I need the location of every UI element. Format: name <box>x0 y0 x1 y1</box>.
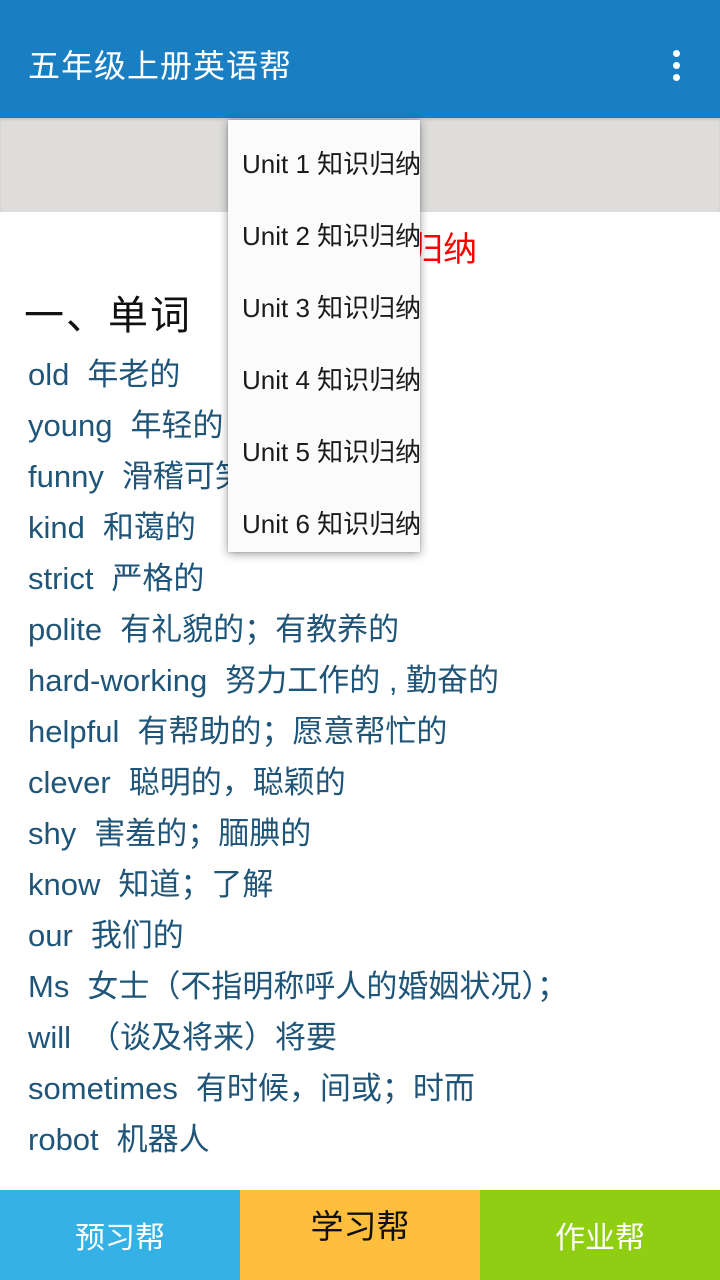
word-list-item: clever 聪明的，聪颖的 <box>0 757 720 808</box>
dropdown-item-unit-4[interactable]: Unit 4 知识归纳 <box>228 344 421 416</box>
word-english: polite <box>28 611 103 647</box>
word-list-item: our 我们的 <box>0 910 720 961</box>
more-vert-dot <box>672 61 680 69</box>
word-chinese: 年轻的 <box>130 407 224 443</box>
dropdown-item-unit-3[interactable]: Unit 3 知识归纳 <box>228 272 421 344</box>
word-chinese: 聪明的，聪颖的 <box>128 764 346 800</box>
word-chinese: 害羞的；腼腆的 <box>94 815 312 851</box>
word-list-item: shy 害羞的；腼腆的 <box>0 808 720 859</box>
more-vert-dot <box>672 73 680 81</box>
word-english: old <box>28 356 70 392</box>
bottom-tab-2[interactable]: 学习帮 <box>240 1190 480 1280</box>
app-bar: 五年级上册英语帮 <box>0 0 720 118</box>
word-list-item: sometimes 有时候，间或；时而 <box>0 1063 720 1114</box>
word-english: funny <box>28 458 104 494</box>
word-chinese: （谈及将来）将要 <box>89 1019 338 1055</box>
word-list-item: hard-working 努力工作的 , 勤奋的 <box>0 655 720 706</box>
unit-dropdown-menu[interactable]: Unit 1 知识归纳 Unit 2 知识归纳 Unit 3 知识归纳 Unit 4 … <box>228 120 421 552</box>
word-list-item: Ms 女士（不指明称呼人的婚姻状况）； <box>0 961 720 1012</box>
bottom-tab-bar: 预习帮 学习帮 作业帮 <box>0 1190 720 1280</box>
word-english: will <box>28 1019 72 1055</box>
word-chinese: 努力工作的 , 勤奋的 <box>225 662 500 698</box>
word-list-item: will （谈及将来）将要 <box>0 1012 720 1063</box>
word-english: our <box>28 917 73 953</box>
word-chinese: 知道；了解 <box>118 866 274 902</box>
word-english: clever <box>28 764 111 800</box>
word-list-item: strict 严格的 <box>0 553 720 604</box>
word-list-item: robot 机器人 <box>0 1114 720 1165</box>
word-english: robot <box>28 1121 99 1157</box>
dropdown-item-unit-1[interactable]: Unit 1 知识归纳 <box>228 128 421 200</box>
word-chinese: 机器人 <box>116 1121 210 1157</box>
word-english: kind <box>28 509 85 545</box>
word-english: sometimes <box>28 1070 178 1106</box>
word-chinese: 有时候，间或；时而 <box>195 1070 475 1106</box>
word-english: know <box>28 866 101 902</box>
word-chinese: 年老的 <box>87 356 181 392</box>
word-chinese: 有帮助的；愿意帮忙的 <box>137 713 448 749</box>
word-english: young <box>28 407 113 443</box>
word-list-item: polite 有礼貌的；有教养的 <box>0 604 720 655</box>
word-english: hard-working <box>28 662 208 698</box>
word-english: Ms <box>28 968 70 1004</box>
more-vert-dot <box>672 49 680 57</box>
dropdown-item-unit-6[interactable]: Unit 6 知识归纳 <box>228 488 421 560</box>
word-list-item: helpful 有帮助的；愿意帮忙的 <box>0 706 720 757</box>
bottom-tab-3[interactable]: 作业帮 <box>480 1190 720 1280</box>
word-english: strict <box>28 560 94 596</box>
more-vert-icon[interactable] <box>654 29 698 89</box>
bottom-tab-1[interactable]: 预习帮 <box>0 1190 240 1280</box>
dropdown-item-unit-2[interactable]: Unit 2 知识归纳 <box>228 200 421 272</box>
word-english: shy <box>28 815 77 851</box>
word-chinese: 和蔼的 <box>102 509 196 545</box>
word-chinese: 有礼貌的；有教养的 <box>120 611 400 647</box>
app-bar-title: 五年级上册英语帮 <box>28 48 293 84</box>
word-chinese: 女士（不指明称呼人的婚姻状况）； <box>87 968 568 1004</box>
word-chinese: 我们的 <box>90 917 184 953</box>
word-chinese: 严格的 <box>111 560 205 596</box>
dropdown-item-unit-5[interactable]: Unit 5 知识归纳 <box>228 416 421 488</box>
word-english: helpful <box>28 713 120 749</box>
word-list-item: know 知道；了解 <box>0 859 720 910</box>
